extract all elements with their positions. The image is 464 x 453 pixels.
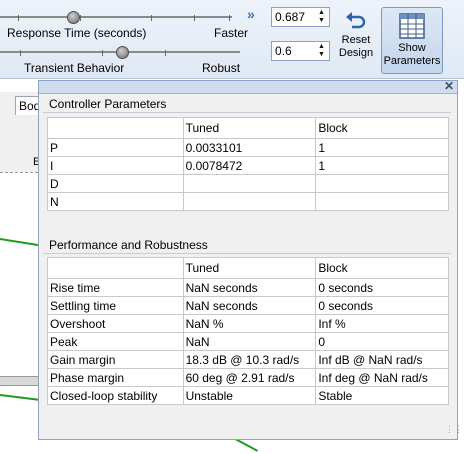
tuned-value: NaN % [182,314,317,333]
block-value: Inf % [315,314,449,333]
robust-label: Robust [202,61,241,75]
performance-title: Performance and Robustness [49,238,208,252]
controller-parameters-title: Controller Parameters [49,97,167,111]
row-label: Peak [47,332,184,351]
row-label: Rise time [47,278,184,297]
table-row: I 0.0078472 1 [47,156,449,175]
background-plot [0,172,38,453]
response-time-spinner[interactable]: 0.687 ▲ ▼ [271,7,330,27]
reset-design-label-1: Reset [341,34,371,46]
block-value: Stable [315,386,449,405]
block-value: 1 [315,138,449,157]
table-row: Gain margin 18.3 dB @ 10.3 rad/s Inf dB … [47,350,449,369]
row-label: Settling time [47,296,184,315]
tuned-value: 0.0078472 [182,156,317,175]
reset-design-label-2: Design [338,47,374,59]
show-parameters-label-2: Parameters [383,55,441,67]
tuned-value: 18.3 dB @ 10.3 rad/s [182,350,317,369]
table-row: Rise time NaN seconds 0 seconds [47,278,449,297]
row-label: Overshoot [47,314,184,333]
resize-grip-icon[interactable]: ⋮⋮ [445,425,463,437]
table-row: Peak NaN 0 [47,332,449,351]
section-divider [43,112,451,113]
block-value: Inf dB @ NaN rad/s [315,350,449,369]
tuned-value: 60 deg @ 2.91 rad/s [182,368,317,387]
transient-behavior-label: Transient Behavior [24,61,125,75]
row-label: P [47,138,184,157]
column-header [47,117,184,139]
table-row: Phase margin 60 deg @ 2.91 rad/s Inf deg… [47,368,449,387]
response-time-slider-thumb[interactable] [67,11,80,24]
transient-value[interactable]: 0.6 [275,44,292,58]
row-label: Gain margin [47,350,184,369]
spinner-arrows-icon[interactable]: ▲ ▼ [316,43,327,59]
tuned-value: NaN [182,332,317,351]
table-row: Overshoot NaN % Inf % [47,314,449,333]
row-label: D [47,174,184,193]
column-header: Block [315,257,449,279]
column-header: Tuned [182,257,317,279]
undo-arrow-icon [346,12,366,29]
response-time-slider-track[interactable] [0,16,232,18]
block-value: 0 [315,332,449,351]
close-icon[interactable]: ✕ [444,79,454,93]
reset-design-button[interactable]: Reset Design [337,10,375,60]
row-label: N [47,192,184,211]
transient-slider-thumb[interactable] [116,46,129,59]
tuned-value: 0.0033101 [182,138,317,157]
column-header: Tuned [182,117,317,139]
table-header-row: Tuned Block [47,117,449,139]
row-label: Closed-loop stability [47,386,184,405]
block-value: 1 [315,156,449,175]
column-header: Block [315,117,449,139]
table-header-row: Tuned Block [47,257,449,279]
expand-chevron-icon[interactable]: » [247,6,255,22]
response-time-value[interactable]: 0.687 [275,10,305,24]
tuned-value: Unstable [182,386,317,405]
tuned-value [182,174,317,193]
section-divider [43,253,451,254]
table-row: Settling time NaN seconds 0 seconds [47,296,449,315]
performance-table: Tuned Block Rise time NaN seconds 0 seco… [47,257,449,405]
response-time-label: Response Time (seconds) [7,26,147,40]
tuned-value [182,192,317,211]
faster-label: Faster [214,26,249,40]
table-row: N [47,192,449,211]
block-value [315,174,449,193]
table-row: D [47,174,449,193]
tuned-value: NaN seconds [182,296,317,315]
parameters-panel: ✕ Controller Parameters Tuned Block P 0.… [38,79,463,440]
block-value: Inf deg @ NaN rad/s [315,368,449,387]
spinner-arrows-icon[interactable]: ▲ ▼ [316,9,327,25]
table-grid-icon [399,13,425,39]
column-header [47,257,184,279]
table-row: Closed-loop stability Unstable Stable [47,386,449,405]
row-label: I [47,156,184,175]
show-parameters-label-1: Show [398,42,426,54]
panel-titlebar[interactable]: ✕ [39,79,457,94]
block-value [315,192,449,211]
row-label: Phase margin [47,368,184,387]
tuner-toolbar: Response Time (seconds) Faster » Transie… [0,0,464,79]
block-value: 0 seconds [315,296,449,315]
tuned-value: NaN seconds [182,278,317,297]
show-parameters-button[interactable]: Show Parameters [381,7,443,74]
background-scroll-strip [0,376,38,386]
table-row: P 0.0033101 1 [47,138,449,157]
transient-spinner[interactable]: 0.6 ▲ ▼ [271,41,330,61]
block-value: 0 seconds [315,278,449,297]
controller-parameters-table: Tuned Block P 0.0033101 1 I 0.0078472 1 … [47,117,449,211]
